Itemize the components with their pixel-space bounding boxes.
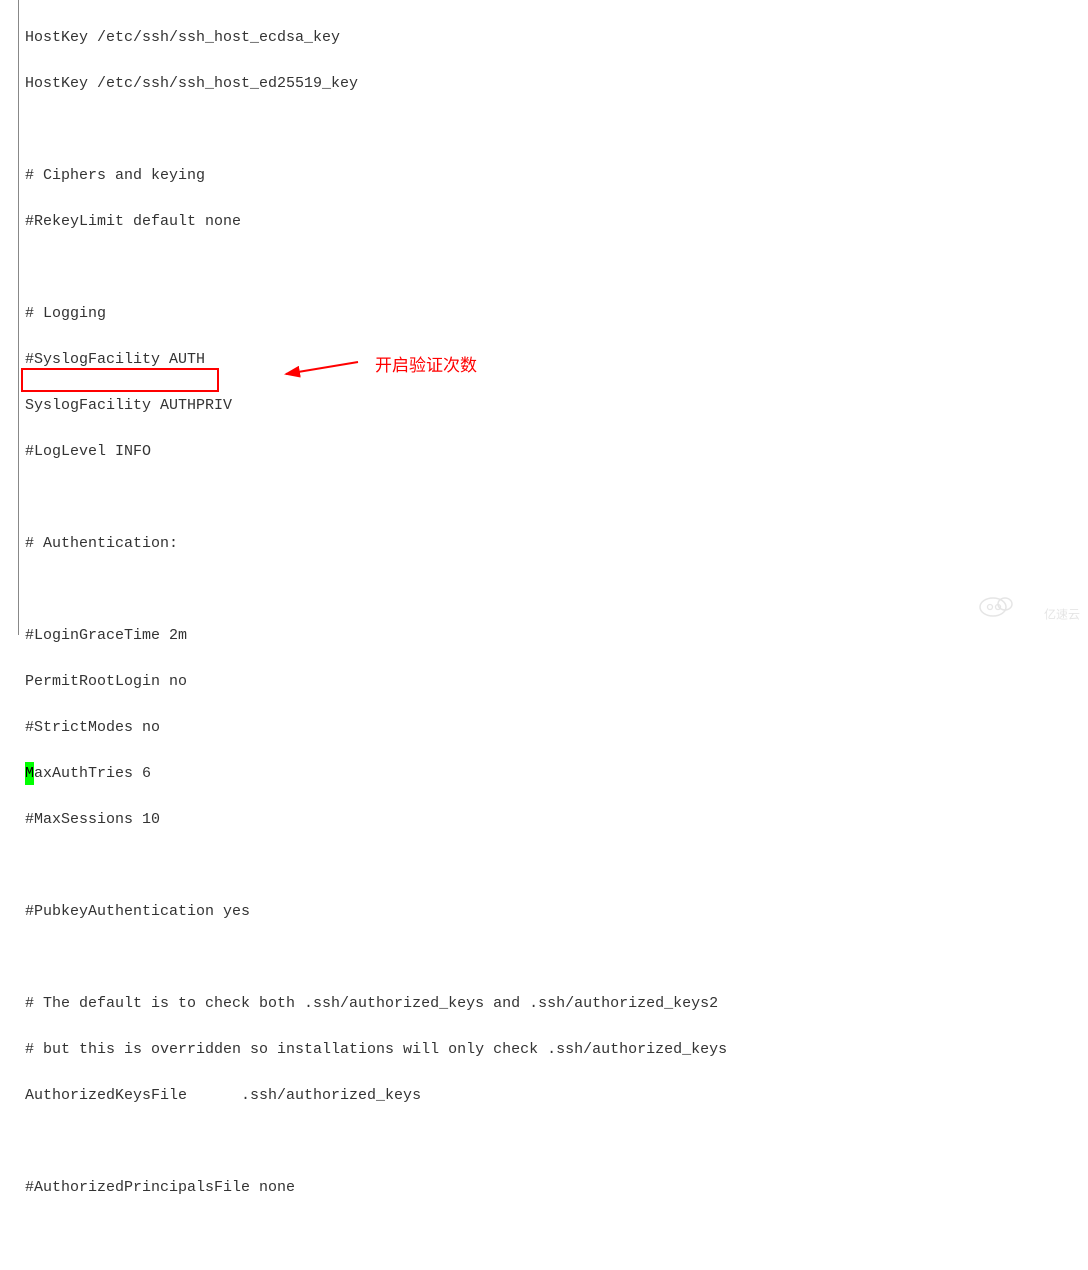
config-line [25, 854, 1088, 877]
config-line [25, 946, 1088, 969]
config-line [25, 1222, 1088, 1245]
config-line: #StrictModes no [25, 716, 1088, 739]
editor-cursor: M [25, 762, 34, 785]
config-line: PermitRootLogin no [25, 670, 1088, 693]
config-line: # Ciphers and keying [25, 164, 1088, 187]
config-line: # Logging [25, 302, 1088, 325]
config-line [25, 256, 1088, 279]
config-line: # The default is to check both .ssh/auth… [25, 992, 1088, 1015]
config-line: HostKey /etc/ssh/ssh_host_ecdsa_key [25, 26, 1088, 49]
config-line: #LogLevel INFO [25, 440, 1088, 463]
editor-left-border [18, 0, 19, 635]
config-file-content: HostKey /etc/ssh/ssh_host_ecdsa_key Host… [0, 0, 1088, 1270]
config-line [25, 1130, 1088, 1153]
config-line: #AuthorizedPrincipalsFile none [25, 1176, 1088, 1199]
config-line: # but this is overridden so installation… [25, 1038, 1088, 1061]
config-line: #MaxSessions 10 [25, 808, 1088, 831]
config-line: # Authentication: [25, 532, 1088, 555]
config-line [25, 486, 1088, 509]
config-line: SyslogFacility AUTHPRIV [25, 394, 1088, 417]
config-line [25, 578, 1088, 601]
config-line: AuthorizedKeysFile .ssh/authorized_keys [25, 1084, 1088, 1107]
cursor-line: MaxAuthTries 6 [25, 762, 1088, 785]
config-line: #SyslogFacility AUTH [25, 348, 1088, 371]
cursor-line-rest: axAuthTries 6 [34, 765, 151, 782]
config-line: #PubkeyAuthentication yes [25, 900, 1088, 923]
config-line: #RekeyLimit default none [25, 210, 1088, 233]
config-line: #AuthorizedKeysCommand none [25, 1268, 1088, 1270]
config-line [25, 118, 1088, 141]
config-line: #LoginGraceTime 2m [25, 624, 1088, 647]
config-line: HostKey /etc/ssh/ssh_host_ed25519_key [25, 72, 1088, 95]
